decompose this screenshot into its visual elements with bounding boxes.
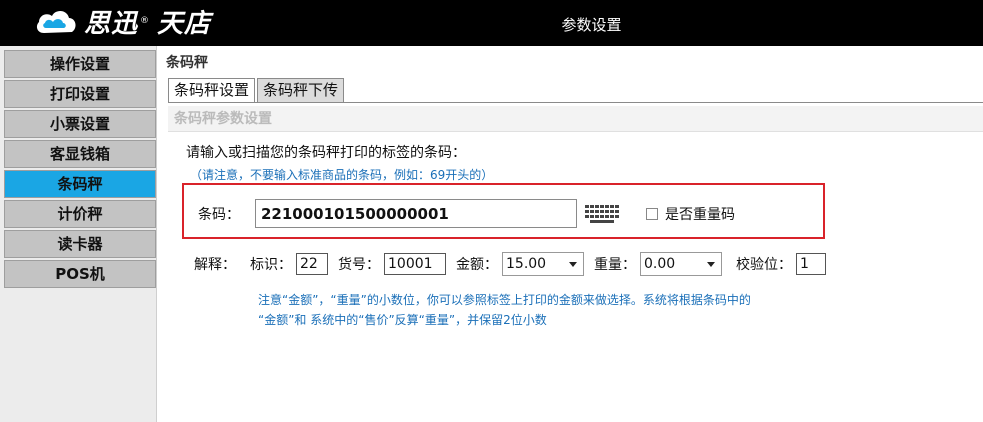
- keyboard-icon[interactable]: [583, 202, 621, 224]
- item-input[interactable]: [384, 253, 446, 275]
- main-panel: 条码秤 条码秤设置 条码秤下传 条码秤参数设置 请输入或扫描您的条码秤打印的标签…: [162, 46, 983, 422]
- check-digit-input[interactable]: [796, 253, 826, 275]
- chevron-down-icon: [569, 262, 577, 267]
- sidebar-item-operation[interactable]: 操作设置: [4, 50, 156, 78]
- item-label: 货号：: [338, 257, 380, 273]
- tab-barcode-scale-settings[interactable]: 条码秤设置: [168, 78, 256, 103]
- sidebar: 操作设置 打印设置 小票设置 客显钱箱 条码秤 计价秤 读卡器 POS机: [0, 46, 157, 422]
- hint-line-1: 注意“金额”，“重量”的小数位，你可以参照标签上打印的金额来做选择。系统将根据条…: [258, 293, 751, 307]
- barcode-label: 条码：: [198, 207, 240, 223]
- weight-label: 重量：: [594, 257, 636, 273]
- explain-row: 解释： 标识： 货号： 金额： 15.00 重量： 0.00 校验位：: [194, 252, 826, 276]
- page-title: 条码秤: [166, 55, 208, 71]
- id-input[interactable]: [296, 253, 328, 275]
- sidebar-item-barcode-scale[interactable]: 条码秤: [4, 170, 156, 198]
- section-header: 条码秤参数设置: [168, 106, 983, 132]
- hint-line-2: “金额”和 系统中的“售价”反算“重量”，并保留2位小数: [258, 313, 547, 327]
- sidebar-item-pos[interactable]: POS机: [4, 260, 156, 288]
- tab-barcode-scale-download[interactable]: 条码秤下传: [257, 78, 345, 102]
- chevron-down-icon: [707, 262, 715, 267]
- check-digit-label: 校验位：: [736, 257, 792, 273]
- tab-bar: 条码秤设置 条码秤下传: [168, 78, 346, 103]
- weight-code-label: 是否重量码: [665, 207, 735, 223]
- id-label: 标识：: [250, 257, 292, 273]
- barcode-input[interactable]: [255, 199, 577, 228]
- sidebar-item-receipt[interactable]: 小票设置: [4, 110, 156, 138]
- amount-select[interactable]: 15.00: [502, 252, 584, 276]
- weight-select[interactable]: 0.00: [640, 252, 722, 276]
- amount-label: 金额：: [456, 257, 498, 273]
- decimal-hint: 注意“金额”，“重量”的小数位，你可以参照标签上打印的金额来做选择。系统将根据条…: [258, 290, 898, 330]
- sidebar-item-customer-display[interactable]: 客显钱箱: [4, 140, 156, 168]
- sidebar-item-print[interactable]: 打印设置: [4, 80, 156, 108]
- barcode-note: （请注意，不要输入标准商品的条码，例如：69开头的）: [190, 168, 494, 182]
- weight-select-value: 0.00: [644, 256, 676, 272]
- sidebar-item-pricing-scale[interactable]: 计价秤: [4, 200, 156, 228]
- weight-code-checkbox[interactable]: [646, 208, 658, 220]
- tab-divider: [168, 102, 983, 103]
- window-title: 参数设置: [561, 16, 622, 34]
- explain-label: 解释：: [194, 257, 236, 273]
- title-bar: 思迅 ® 天店 参数设置: [0, 0, 983, 46]
- barcode-prompt: 请输入或扫描您的条码秤打印的标签的条码：: [186, 145, 466, 161]
- amount-select-value: 15.00: [506, 256, 547, 272]
- sidebar-list: 操作设置 打印设置 小票设置 客显钱箱 条码秤 计价秤 读卡器 POS机: [0, 46, 156, 288]
- sidebar-item-card-reader[interactable]: 读卡器: [4, 230, 156, 258]
